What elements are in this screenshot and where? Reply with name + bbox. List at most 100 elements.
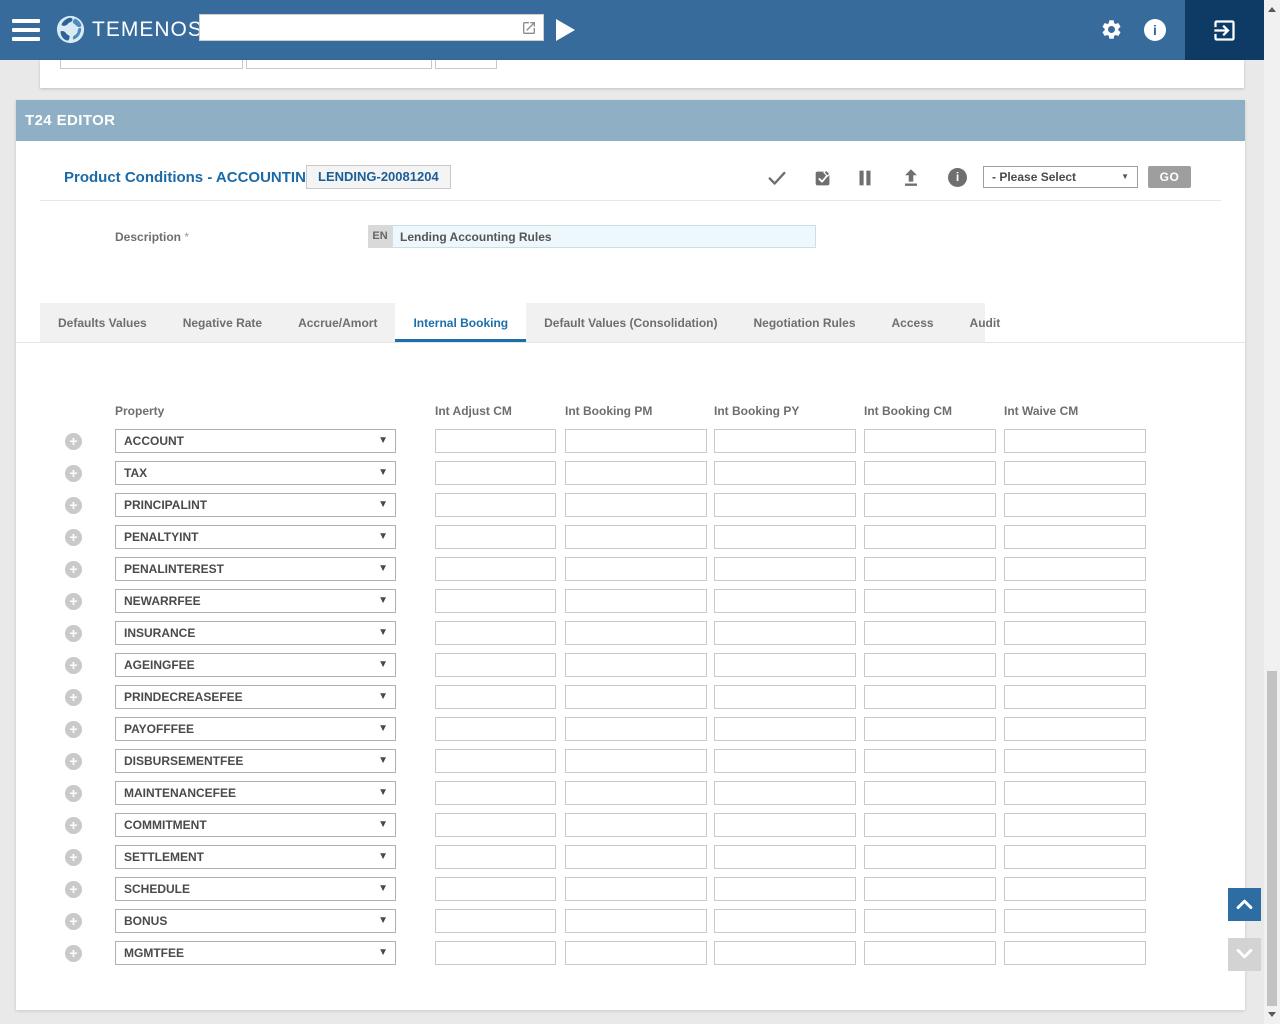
int-adjust-cm-input[interactable] bbox=[435, 429, 556, 453]
int-booking-py-input[interactable] bbox=[714, 877, 856, 901]
int-booking-pm-input[interactable] bbox=[565, 525, 707, 549]
int-adjust-cm-input[interactable] bbox=[435, 653, 556, 677]
int-booking-cm-input[interactable] bbox=[864, 685, 996, 709]
scrollbar-down-arrow[interactable] bbox=[1268, 1012, 1276, 1017]
property-select-prindecreasefee[interactable]: PRINDECREASEFEE▼ bbox=[115, 685, 396, 709]
property-select-disbursementfee[interactable]: DISBURSEMENTFEE▼ bbox=[115, 749, 396, 773]
int-booking-cm-input[interactable] bbox=[864, 589, 996, 613]
int-waive-cm-input[interactable] bbox=[1004, 877, 1146, 901]
int-waive-cm-input[interactable] bbox=[1004, 909, 1146, 933]
int-booking-py-input[interactable] bbox=[714, 749, 856, 773]
int-booking-pm-input[interactable] bbox=[565, 813, 707, 837]
int-booking-pm-input[interactable] bbox=[565, 749, 707, 773]
int-booking-cm-input[interactable] bbox=[864, 525, 996, 549]
search-input[interactable] bbox=[204, 16, 514, 39]
int-booking-pm-input[interactable] bbox=[565, 589, 707, 613]
property-select-insurance[interactable]: INSURANCE▼ bbox=[115, 621, 396, 645]
add-row-icon[interactable]: + bbox=[65, 657, 82, 674]
int-booking-py-input[interactable] bbox=[714, 621, 856, 645]
int-booking-cm-input[interactable] bbox=[864, 909, 996, 933]
property-select-penalinterest[interactable]: PENALINTEREST▼ bbox=[115, 557, 396, 581]
int-booking-pm-input[interactable] bbox=[565, 781, 707, 805]
int-booking-pm-input[interactable] bbox=[565, 621, 707, 645]
int-booking-pm-input[interactable] bbox=[565, 557, 707, 581]
upload-icon[interactable] bbox=[900, 167, 922, 189]
int-adjust-cm-input[interactable] bbox=[435, 781, 556, 805]
int-adjust-cm-input[interactable] bbox=[435, 813, 556, 837]
launch-icon[interactable] bbox=[521, 20, 537, 36]
add-row-icon[interactable]: + bbox=[65, 561, 82, 578]
int-adjust-cm-input[interactable] bbox=[435, 621, 556, 645]
int-booking-pm-input[interactable] bbox=[565, 429, 707, 453]
int-booking-cm-input[interactable] bbox=[864, 781, 996, 805]
int-booking-cm-input[interactable] bbox=[864, 493, 996, 517]
add-row-icon[interactable]: + bbox=[65, 881, 82, 898]
int-adjust-cm-input[interactable] bbox=[435, 845, 556, 869]
int-adjust-cm-input[interactable] bbox=[435, 877, 556, 901]
int-booking-py-input[interactable] bbox=[714, 653, 856, 677]
go-button[interactable]: GO bbox=[1148, 166, 1191, 188]
menu-icon[interactable] bbox=[12, 19, 40, 41]
property-select-account[interactable]: ACCOUNT▼ bbox=[115, 429, 396, 453]
commit-check-icon[interactable] bbox=[766, 167, 788, 189]
add-row-icon[interactable]: + bbox=[65, 753, 82, 770]
add-row-icon[interactable]: + bbox=[65, 849, 82, 866]
int-waive-cm-input[interactable] bbox=[1004, 941, 1146, 965]
add-row-icon[interactable]: + bbox=[65, 529, 82, 546]
int-waive-cm-input[interactable] bbox=[1004, 429, 1146, 453]
tab-accrue-amort[interactable]: Accrue/Amort bbox=[280, 303, 395, 343]
int-waive-cm-input[interactable] bbox=[1004, 493, 1146, 517]
int-adjust-cm-input[interactable] bbox=[435, 685, 556, 709]
int-booking-cm-input[interactable] bbox=[864, 461, 996, 485]
int-booking-py-input[interactable] bbox=[714, 525, 856, 549]
int-booking-cm-input[interactable] bbox=[864, 813, 996, 837]
play-button[interactable] bbox=[556, 19, 575, 41]
int-booking-cm-input[interactable] bbox=[864, 845, 996, 869]
add-row-icon[interactable]: + bbox=[65, 785, 82, 802]
settings-gear-icon[interactable] bbox=[1100, 18, 1123, 41]
int-booking-py-input[interactable] bbox=[714, 909, 856, 933]
int-booking-py-input[interactable] bbox=[714, 717, 856, 741]
int-booking-pm-input[interactable] bbox=[565, 493, 707, 517]
hold-pause-icon[interactable] bbox=[854, 167, 876, 189]
scrollbar-track[interactable] bbox=[1264, 0, 1280, 1024]
scrollbar-up-arrow[interactable] bbox=[1268, 7, 1276, 12]
add-row-icon[interactable]: + bbox=[65, 625, 82, 642]
int-booking-cm-input[interactable] bbox=[864, 429, 996, 453]
property-select-schedule[interactable]: SCHEDULE▼ bbox=[115, 877, 396, 901]
int-booking-cm-input[interactable] bbox=[864, 621, 996, 645]
int-booking-pm-input[interactable] bbox=[565, 845, 707, 869]
int-waive-cm-input[interactable] bbox=[1004, 653, 1146, 677]
int-booking-pm-input[interactable] bbox=[565, 653, 707, 677]
int-adjust-cm-input[interactable] bbox=[435, 461, 556, 485]
int-booking-py-input[interactable] bbox=[714, 941, 856, 965]
add-row-icon[interactable]: + bbox=[65, 497, 82, 514]
tab-negotiation-rules[interactable]: Negotiation Rules bbox=[735, 303, 873, 343]
int-waive-cm-input[interactable] bbox=[1004, 557, 1146, 581]
property-select-settlement[interactable]: SETTLEMENT▼ bbox=[115, 845, 396, 869]
int-booking-py-input[interactable] bbox=[714, 429, 856, 453]
info-icon[interactable]: i bbox=[1144, 19, 1166, 41]
int-waive-cm-input[interactable] bbox=[1004, 845, 1146, 869]
int-waive-cm-input[interactable] bbox=[1004, 525, 1146, 549]
int-booking-pm-input[interactable] bbox=[565, 461, 707, 485]
int-booking-py-input[interactable] bbox=[714, 493, 856, 517]
validate-icon[interactable] bbox=[812, 167, 834, 189]
int-booking-pm-input[interactable] bbox=[565, 877, 707, 901]
int-waive-cm-input[interactable] bbox=[1004, 589, 1146, 613]
int-waive-cm-input[interactable] bbox=[1004, 813, 1146, 837]
int-booking-py-input[interactable] bbox=[714, 461, 856, 485]
add-row-icon[interactable]: + bbox=[65, 593, 82, 610]
int-adjust-cm-input[interactable] bbox=[435, 493, 556, 517]
add-row-icon[interactable]: + bbox=[65, 913, 82, 930]
int-booking-pm-input[interactable] bbox=[565, 685, 707, 709]
scroll-to-bottom-button[interactable] bbox=[1228, 938, 1261, 971]
int-adjust-cm-input[interactable] bbox=[435, 941, 556, 965]
int-adjust-cm-input[interactable] bbox=[435, 557, 556, 581]
property-select-payofffee[interactable]: PAYOFFFEE▼ bbox=[115, 717, 396, 741]
int-waive-cm-input[interactable] bbox=[1004, 749, 1146, 773]
int-booking-cm-input[interactable] bbox=[864, 749, 996, 773]
property-select-ageingfee[interactable]: AGEINGFEE▼ bbox=[115, 653, 396, 677]
int-booking-cm-input[interactable] bbox=[864, 877, 996, 901]
int-booking-py-input[interactable] bbox=[714, 685, 856, 709]
